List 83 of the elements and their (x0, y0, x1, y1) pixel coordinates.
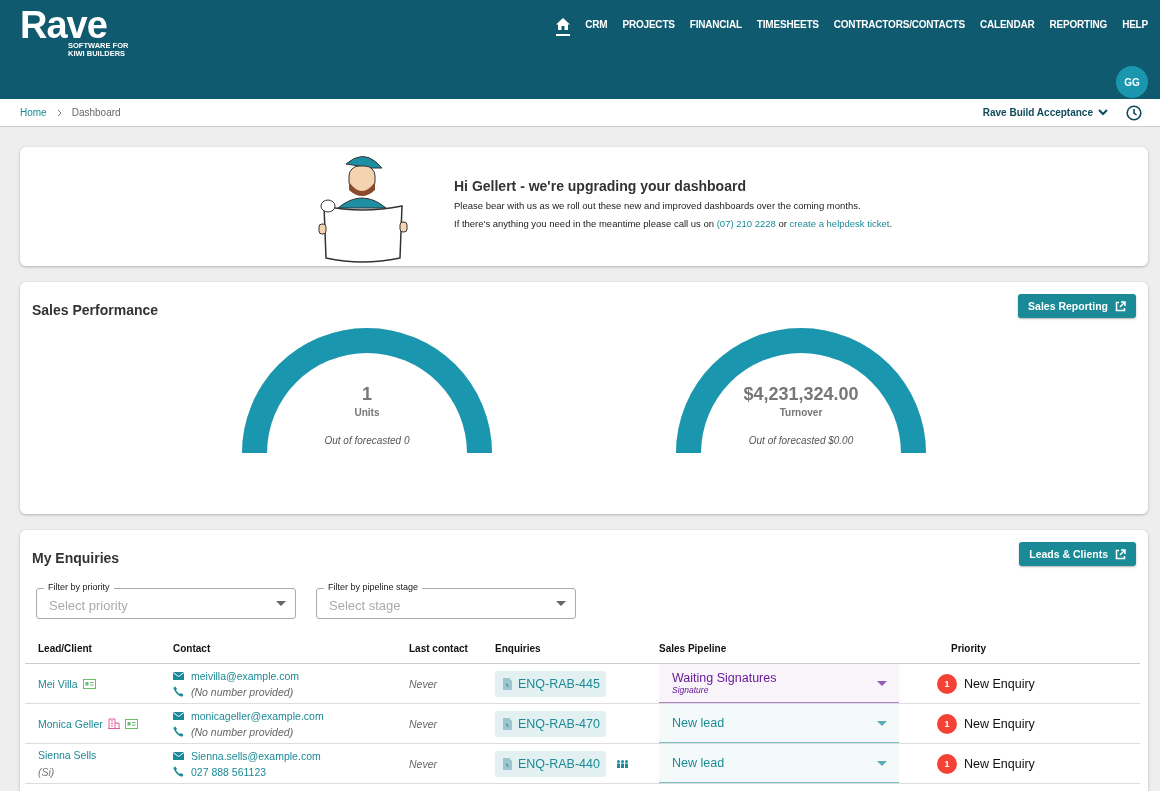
last-contact-text: Never (409, 677, 439, 690)
nav-link[interactable]: CALENDAR (979, 19, 1035, 35)
priority-count-badge: 1 (937, 673, 957, 694)
priority-count-badge: 1 (937, 753, 957, 774)
client-name-link[interactable]: Mei Villa (38, 677, 78, 690)
caret-icon (877, 720, 887, 726)
filter-label: Filter by pipeline stage (324, 582, 423, 593)
priority-text: New Enquiry (964, 756, 1035, 771)
column-header: Sales Pipeline (659, 642, 728, 654)
phone-icon (173, 726, 184, 737)
priority-count-badge: 1 (937, 713, 957, 734)
client-name-link[interactable]: Sienna Sells (38, 749, 97, 761)
banner-text: Please bear with us as we roll out these new and improved dashboards over the coming months. (454, 199, 862, 211)
document-icon (503, 757, 512, 770)
gauge-value: 1 (362, 384, 372, 405)
external-link-icon (1115, 548, 1126, 560)
contact-card-icon (82, 678, 96, 689)
chevron-down-icon (1098, 109, 1108, 116)
email-link[interactable]: Sienna.sells@example.com (191, 747, 321, 764)
pipeline-stage-dropdown[interactable]: Waiting Signatures Signature (659, 664, 899, 703)
gauge-forecast: Out of forecasted 0 (324, 435, 410, 446)
user-avatar[interactable]: GG (1116, 66, 1148, 98)
pipeline-stage-dropdown[interactable]: New lead (659, 704, 899, 743)
client-name-link[interactable]: Monica Geller (38, 717, 103, 730)
clock-icon[interactable] (1126, 104, 1142, 121)
phone-icon (173, 686, 184, 697)
company-selector[interactable]: Rave Build Acceptance (982, 107, 1108, 118)
gauge-forecast: Out of forecasted $0.00 (748, 435, 854, 446)
nav-link[interactable]: CRM (585, 19, 608, 35)
email-icon (173, 751, 184, 760)
nav-link[interactable]: FINANCIAL (689, 19, 742, 35)
chevron-right-icon (56, 108, 62, 117)
column-header: Priority (950, 642, 987, 654)
column-header: Lead/Client (37, 642, 93, 654)
external-link-icon (1115, 300, 1126, 312)
email-link[interactable]: monicageller@example.com (191, 707, 324, 724)
section-title: Sales Performance (32, 301, 159, 318)
column-header: Enquiries (494, 642, 542, 654)
phone-number: (No number provided) (191, 684, 294, 700)
leads-clients-button[interactable]: Leads & Clients (1019, 542, 1136, 566)
last-contact-text: Never (409, 717, 439, 730)
sales-reporting-button[interactable]: Sales Reporting (1018, 294, 1136, 318)
document-icon (503, 677, 512, 690)
pipeline-stage-dropdown[interactable]: New lead (659, 744, 899, 783)
nav-link[interactable]: TIMESHEETS (756, 19, 819, 35)
gauge-label: Units (354, 407, 380, 418)
nav-link[interactable]: CONTRACTORS/CONTACTS (833, 19, 965, 35)
document-icon (503, 717, 512, 730)
client-alias: (Si) (38, 766, 56, 778)
banner-text: If there's anything you need in the meantime please call us on (07) 210 2228 or create a helpdesk ticket. (454, 217, 893, 229)
gauge-value: $4,231,324.00 (743, 384, 859, 405)
home-icon[interactable] (556, 18, 571, 36)
last-contact-text: Never (409, 757, 439, 770)
contact-card-icon (124, 718, 138, 729)
nav-link[interactable]: HELP (1122, 19, 1148, 35)
breadcrumb-item: Dashboard (71, 107, 121, 118)
nav-link[interactable]: PROJECTS (622, 19, 675, 35)
phone-number[interactable]: 027 888 561123 (191, 763, 267, 780)
section-title: My Enquiries (32, 549, 120, 566)
email-link[interactable]: meivilla@example.com (191, 667, 300, 684)
filter-label: Filter by priority (44, 582, 114, 593)
enquiry-chip[interactable]: ENQ-RAB-445 (495, 670, 606, 697)
column-header: Contact (172, 642, 212, 654)
phone-link[interactable]: (07) 210 2228 (716, 217, 776, 229)
phone-icon (173, 766, 184, 777)
caret-icon (877, 680, 887, 686)
caret-icon (556, 601, 566, 606)
email-icon (173, 671, 184, 680)
gauge-label: Turnover (779, 407, 823, 418)
priority-text: New Enquiry (964, 676, 1035, 691)
breadcrumb-item[interactable]: Home (20, 107, 47, 118)
caret-icon (877, 760, 887, 766)
enquiry-chip[interactable]: ENQ-RAB-470 (495, 710, 606, 737)
nav-link[interactable]: REPORTING (1049, 19, 1108, 35)
caret-icon (276, 601, 286, 606)
banner-title: Hi Gellert - we're upgrading your dashboard (454, 177, 747, 194)
phone-number: (No number provided) (191, 724, 294, 740)
building-icon (107, 718, 120, 729)
column-header: Last contact (408, 642, 469, 654)
enquiry-chip[interactable]: ENQ-RAB-440 (495, 750, 606, 777)
email-icon (173, 711, 184, 720)
priority-text: New Enquiry (964, 716, 1035, 731)
logo-text: Rave (20, 8, 107, 42)
